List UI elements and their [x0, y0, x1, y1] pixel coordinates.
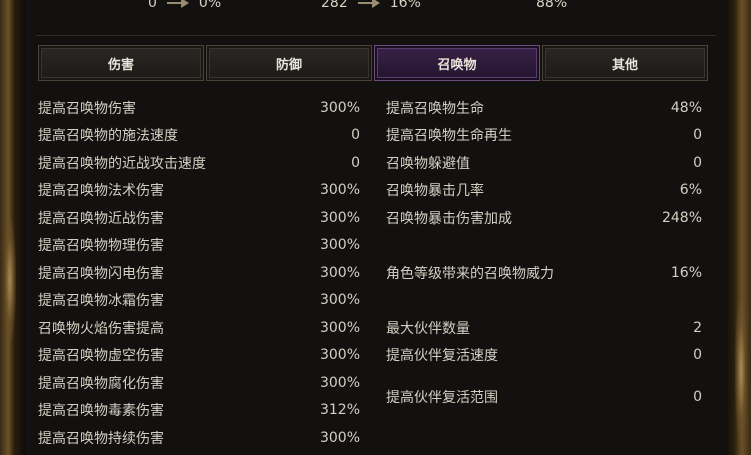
stat-row: 提高召唤物闪电伤害 300%: [38, 259, 360, 287]
stat-row: 提高召唤物的施法速度 0: [38, 122, 360, 150]
stat-value: 6%: [679, 182, 702, 199]
stat-value: 300%: [319, 237, 360, 254]
tab-other[interactable]: 其他: [542, 45, 708, 81]
stat-row: 提高召唤物冰霜伤害 300%: [38, 287, 360, 315]
stat-row: 提高伙伴复活范围 0: [386, 383, 702, 411]
stats-window: 0 0% 282 16% 88% 伤害 防御 召唤物 其他 提高召唤物伤害 300…: [0, 0, 751, 455]
arrow-icon: [166, 0, 189, 8]
stat-label: 召唤物躲避值: [386, 155, 470, 172]
stat-row: 最大伙伴数量 2: [386, 314, 702, 342]
stats-panel: 0 0% 282 16% 88% 伤害 防御 召唤物 其他 提高召唤物伤害 300…: [26, 0, 726, 455]
summary-stat-2: 282 16%: [321, 0, 421, 12]
stat-label: 提高召唤物持续伤害: [38, 430, 164, 447]
stat-label: 提高召唤物虚空伤害: [38, 348, 164, 365]
stat-row: 提高召唤物近战伤害 300%: [38, 204, 360, 232]
summary-stat-3: 88%: [536, 0, 567, 12]
stats-tabs: 伤害 防御 召唤物 其他: [38, 45, 708, 83]
stat-label: 提高伙伴复活速度: [386, 348, 498, 365]
summary-from: 282: [321, 0, 348, 11]
stat-value: 16%: [670, 264, 702, 281]
tab-damage[interactable]: 伤害: [38, 45, 204, 81]
stat-label: 召唤物暴击伤害加成: [386, 210, 512, 227]
stat-row: 召唤物暴击伤害加成 248%: [386, 204, 702, 232]
stat-value: 248%: [661, 209, 702, 226]
ornate-border-left: [0, 0, 24, 455]
stat-row: 召唤物躲避值 0: [386, 149, 702, 177]
stat-value: 0: [351, 154, 360, 171]
summary-stat-1: 0 0%: [148, 0, 221, 12]
stat-value: 48%: [670, 99, 702, 116]
stat-row: 提高召唤物毒素伤害 312%: [38, 397, 360, 425]
stat-label: 提高召唤物伤害: [38, 100, 136, 117]
stat-value: 0: [693, 154, 702, 171]
stat-value: 300%: [319, 99, 360, 116]
tab-minions[interactable]: 召唤物: [374, 45, 540, 81]
stat-row: 提高召唤物的近战攻击速度 0: [38, 149, 360, 177]
tab-defense[interactable]: 防御: [206, 45, 372, 81]
stat-value: 300%: [319, 264, 360, 281]
stat-label: 提高召唤物生命再生: [386, 128, 512, 145]
stat-label: 提高召唤物物理伤害: [38, 238, 164, 255]
summary-to: 0%: [198, 0, 222, 11]
stat-row: 提高召唤物物理伤害 300%: [38, 232, 360, 260]
stat-label: 提高召唤物法术伤害: [38, 183, 164, 200]
divider: [36, 35, 716, 36]
stat-label: 提高召唤物的近战攻击速度: [38, 155, 206, 172]
stat-row: 提高召唤物腐化伤害 300%: [38, 369, 360, 397]
stat-label: 提高召唤物闪电伤害: [38, 265, 164, 282]
stat-value: 300%: [319, 292, 360, 309]
stat-value: 300%: [319, 429, 360, 446]
stat-label: 提高伙伴复活范围: [386, 389, 498, 406]
stat-value: 0: [693, 347, 702, 364]
stat-row: 召唤物火焰伤害提高 300%: [38, 314, 360, 342]
stat-value: 0: [693, 388, 702, 405]
summary-to: 16%: [389, 0, 421, 11]
stat-label: 提高召唤物生命: [386, 100, 484, 117]
stat-row: 提高召唤物虚空伤害 300%: [38, 342, 360, 370]
stat-label: 召唤物火焰伤害提高: [38, 320, 164, 337]
stat-row: 提高召唤物生命 48%: [386, 94, 702, 122]
ornate-border-right: [725, 0, 751, 455]
stat-label: 召唤物暴击几率: [386, 183, 484, 200]
stat-row: 提高召唤物法术伤害 300%: [38, 177, 360, 205]
stat-row: 提高召唤物持续伤害 300%: [38, 424, 360, 452]
stat-value: 300%: [319, 374, 360, 391]
stat-label: 最大伙伴数量: [386, 320, 470, 337]
minion-defense-stats: 提高召唤物生命 48% 提高召唤物生命再生 0 召唤物躲避值 0 召唤物暴击几率 6% …: [386, 94, 702, 411]
stat-label: 提高召唤物毒素伤害: [38, 403, 164, 420]
stat-value: 300%: [319, 182, 360, 199]
stat-label: 提高召唤物的施法速度: [38, 128, 178, 145]
stat-value: 0: [351, 127, 360, 144]
stat-label: 提高召唤物冰霜伤害: [38, 293, 164, 310]
stat-row: 角色等级带来的召唤物威力 16%: [386, 259, 702, 287]
stat-value: 0: [693, 127, 702, 144]
stat-row: 提高伙伴复活速度 0: [386, 342, 702, 370]
stat-value: 2: [693, 319, 702, 336]
stat-row: 提高召唤物伤害 300%: [38, 94, 360, 122]
stat-label: 角色等级带来的召唤物威力: [386, 265, 554, 282]
stat-value: 312%: [319, 402, 360, 419]
stat-label: 提高召唤物近战伤害: [38, 210, 164, 227]
summary-from: 0: [148, 0, 157, 11]
stat-label: 提高召唤物腐化伤害: [38, 375, 164, 392]
stat-row: 召唤物暴击几率 6%: [386, 177, 702, 205]
stat-value: 300%: [319, 347, 360, 364]
arrow-icon: [357, 0, 380, 8]
stat-row: 提高召唤物生命再生 0: [386, 122, 702, 150]
summary-to: 88%: [536, 0, 568, 11]
minion-offense-stats: 提高召唤物伤害 300% 提高召唤物的施法速度 0 提高召唤物的近战攻击速度 0 提高…: [38, 94, 360, 452]
stat-value: 300%: [319, 319, 360, 336]
stat-value: 300%: [319, 209, 360, 226]
